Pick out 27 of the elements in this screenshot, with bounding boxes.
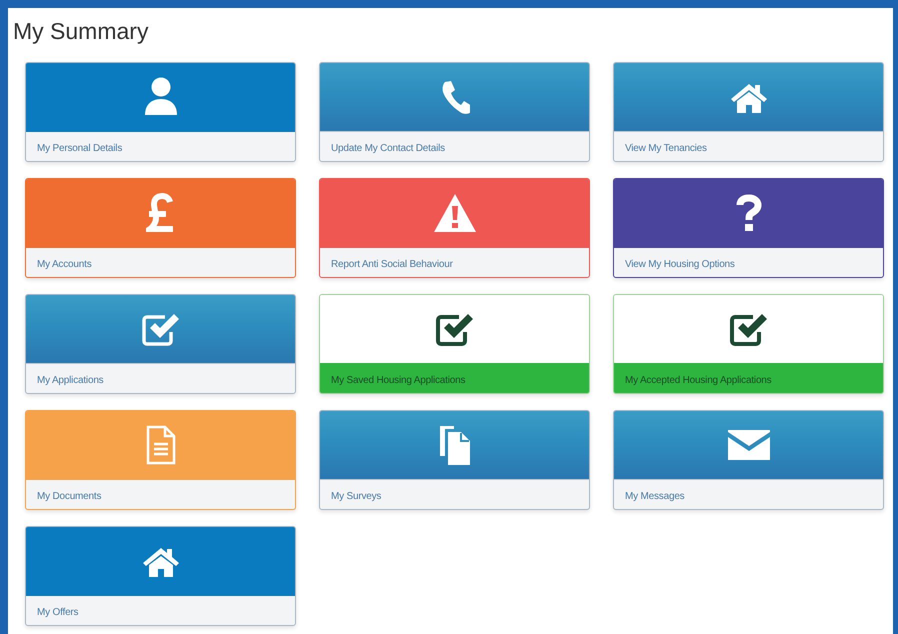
summary-tile[interactable]: Update My Contact Details (319, 62, 590, 162)
house-icon (730, 81, 768, 113)
summary-tile[interactable]: My Offers (25, 526, 296, 626)
phone-icon (440, 80, 470, 114)
user-icon (144, 77, 178, 117)
summary-tile[interactable]: My Applications (25, 294, 296, 394)
summary-tile[interactable]: My Documents (25, 410, 296, 510)
summary-tile[interactable]: View My Housing Options (613, 178, 884, 278)
copy-icon (438, 424, 472, 466)
summary-tile[interactable]: My Messages (613, 410, 884, 510)
summary-tile[interactable]: My Accepted Housing Applications (613, 294, 884, 394)
summary-tile[interactable]: View My Tenancies (613, 62, 884, 162)
summary-tile[interactable]: Report Anti Social Behaviour (319, 178, 590, 278)
page-title: My Summary (13, 17, 150, 46)
summary-tile[interactable]: My Saved Housing Applications (319, 294, 590, 394)
checkbox-icon (434, 311, 474, 347)
document-icon (146, 425, 176, 465)
summary-tile[interactable]: My Surveys (319, 410, 590, 510)
question-icon (736, 194, 762, 232)
summary-tile[interactable]: My Accounts (25, 178, 296, 278)
pound-icon (146, 193, 176, 233)
checkbox-icon (728, 311, 768, 347)
house-icon (142, 545, 180, 577)
summary-tile[interactable]: My Personal Details (25, 62, 296, 162)
envelope-icon (726, 428, 772, 462)
checkbox-icon (140, 311, 180, 347)
warning-icon (432, 193, 476, 233)
